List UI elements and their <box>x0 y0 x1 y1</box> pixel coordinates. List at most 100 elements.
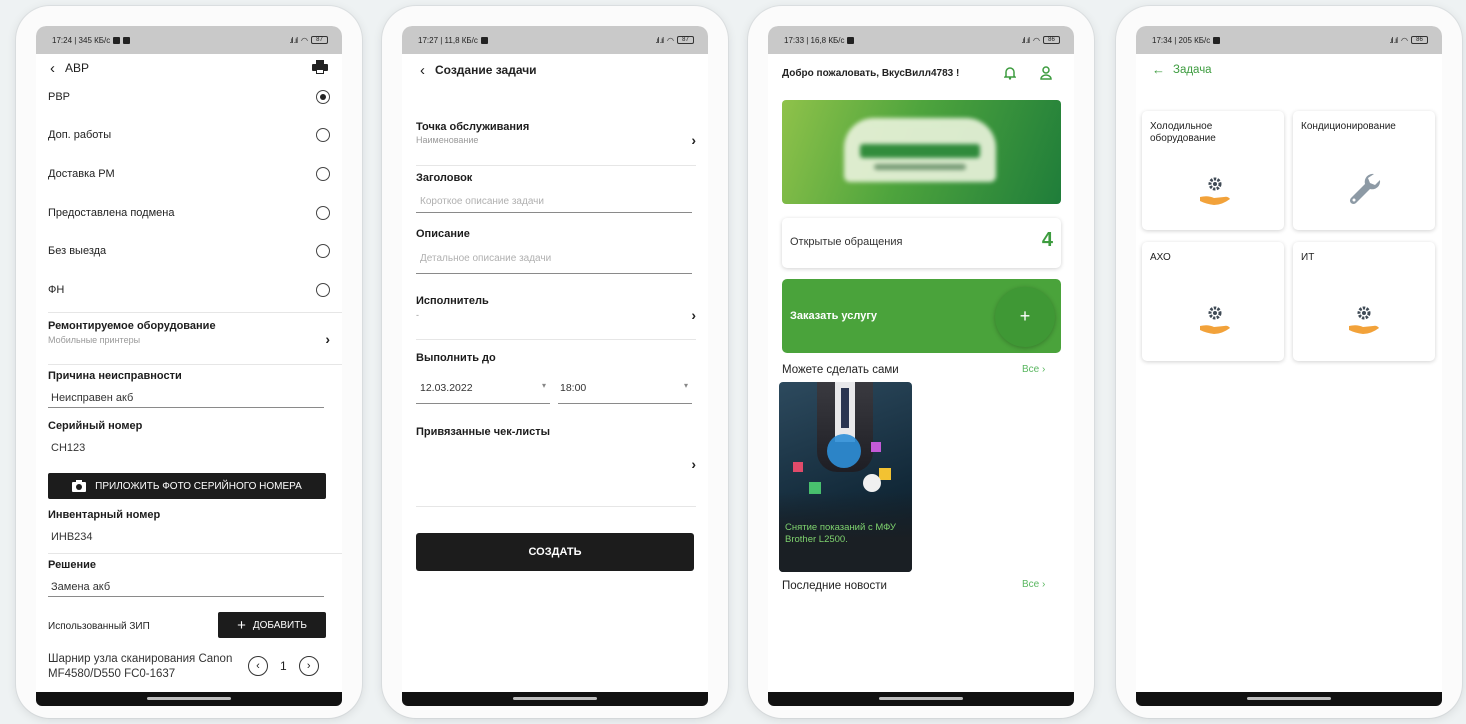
solution-input[interactable]: Замена акб <box>51 581 110 593</box>
status-bar: 17:33 | 16,8 КБ/с .ıl .ıl ◠ 86 <box>768 26 1074 54</box>
back-arrow-icon[interactable]: ← <box>1152 62 1165 77</box>
status-bar: 17:24 | 345 КБ/с .ıl .ıl ◠ 87 <box>36 26 342 54</box>
service-point-field[interactable]: Точка обслуживания Наименование <box>416 121 529 145</box>
option-substitute[interactable]: Предоставлена подмена <box>48 194 330 232</box>
tile-refrigeration[interactable]: Холодильное оборудование <box>1142 111 1284 230</box>
status-time: 17:27 | 11,8 КБ/с <box>418 35 478 45</box>
dropdown-icon: ▾ <box>683 381 688 390</box>
diy-section-title: Можете сделать сами <box>782 364 899 376</box>
option-delivery[interactable]: Доставка РМ <box>48 155 330 193</box>
chevron-right-icon[interactable]: › <box>691 456 696 472</box>
screen-home: 17:33 | 16,8 КБ/с .ıl .ıl ◠ 86 Добро пожал… <box>768 26 1074 706</box>
status-bar: 17:34 | 205 КБ/с .ıl .ıl ◠ 86 <box>1136 26 1442 54</box>
option-rvr[interactable]: РВР <box>48 78 330 116</box>
profile-icon[interactable] <box>1040 66 1052 80</box>
open-requests-card[interactable]: Открытые обращения 4 <box>782 218 1061 268</box>
brand-logo <box>844 118 996 182</box>
diy-all-link[interactable]: Все › <box>1022 364 1045 375</box>
page-title: Создание задачи <box>435 63 537 77</box>
news-section-title: Последние новости <box>782 580 887 592</box>
equipment-field[interactable]: Ремонтируемое оборудование Мобильные при… <box>48 320 328 345</box>
serial-input[interactable]: CH123 <box>51 442 85 454</box>
promo-banner[interactable] <box>782 100 1061 204</box>
order-service-button[interactable]: Заказать услугу + <box>782 279 1061 353</box>
attach-serial-photo-button[interactable]: ПРИЛОЖИТЬ ФОТО СЕРИЙНОГО НОМЕРА <box>48 473 326 499</box>
radio[interactable] <box>316 206 330 220</box>
back-icon[interactable]: ‹ <box>50 61 55 76</box>
reason-label: Причина неисправности <box>48 370 182 382</box>
page-title: Задача <box>1173 63 1212 76</box>
greeting: Добро пожаловать, ВкусВилл4783 ! <box>782 68 960 79</box>
description-input[interactable]: Детальное описание задачи <box>420 253 551 264</box>
inventory-label: Инвентарный номер <box>48 509 161 521</box>
home-indicator <box>36 692 342 706</box>
add-part-button[interactable]: + ДОБАВИТЬ <box>218 612 326 638</box>
plus-icon: + <box>237 616 246 634</box>
back-icon[interactable]: ‹ <box>420 63 425 78</box>
status-time: 17:33 | 16,8 КБ/с <box>784 35 845 45</box>
option-fn[interactable]: ФН <box>48 271 330 309</box>
printer-icon[interactable] <box>312 60 328 74</box>
chevron-right-icon[interactable]: › <box>691 132 696 148</box>
decrement-button[interactable]: ‹ <box>248 656 268 676</box>
radio-selected[interactable] <box>316 90 330 104</box>
wifi-icon: ◠ <box>1033 35 1040 45</box>
tile-it[interactable]: ИТ <box>1293 242 1435 361</box>
chevron-right-icon: › <box>1042 364 1046 375</box>
inventory-input[interactable]: ИНВ234 <box>51 531 93 543</box>
wifi-icon: ◠ <box>1401 35 1408 45</box>
radio[interactable] <box>316 128 330 142</box>
signal-icon: .ıl .ıl <box>1389 35 1398 45</box>
home-indicator <box>1136 692 1442 706</box>
status-time: 17:24 | 345 КБ/с <box>52 35 111 45</box>
tile-aho[interactable]: АХО <box>1142 242 1284 361</box>
header-input[interactable]: Короткое описание задачи <box>420 196 544 207</box>
solution-label: Решение <box>48 559 96 571</box>
phone-1: 17:24 | 345 КБ/с .ıl .ıl ◠ 87 ‹ АВР РВР До… <box>16 6 362 718</box>
due-time-select[interactable]: 18:00 ▾ <box>558 378 692 404</box>
news-all-link[interactable]: Все › <box>1022 579 1045 590</box>
quantity-stepper[interactable]: ‹ 1 › <box>248 656 319 676</box>
dropdown-icon: ▾ <box>541 381 546 390</box>
screen-task-categories: 17:34 | 205 КБ/с .ıl .ıl ◠ 86 ← Задача Хол… <box>1136 26 1442 706</box>
battery-icon: 87 <box>311 36 328 44</box>
radio[interactable] <box>316 244 330 258</box>
wifi-icon: ◠ <box>301 35 308 45</box>
due-date-select[interactable]: 12.03.2022 ▾ <box>416 378 550 404</box>
article-card[interactable]: Снятие показаний с МФУ Brother L2500. <box>779 382 912 572</box>
chevron-right-icon[interactable]: › <box>691 307 696 323</box>
header-label: Заголовок <box>416 172 473 184</box>
chevron-right-icon[interactable]: › <box>325 331 330 347</box>
camera-icon <box>72 480 87 492</box>
executor-field[interactable]: Исполнитель - <box>416 295 489 320</box>
part-quantity: 1 <box>280 659 287 673</box>
gear-hand-icon <box>1200 177 1230 205</box>
phone-2: 17:27 | 11,8 КБ/с .ıl .ıl ◠ 87 ‹ Создание … <box>382 6 728 718</box>
serial-label: Серийный номер <box>48 420 143 432</box>
signal-icon: .ıl .ıl <box>289 35 298 45</box>
gear-hand-icon <box>1349 306 1379 334</box>
create-button[interactable]: СОЗДАТЬ <box>416 533 694 571</box>
used-parts-label: Использованный ЗИП <box>48 621 150 632</box>
radio[interactable] <box>316 283 330 297</box>
screen-create-task: 17:27 | 11,8 КБ/с .ıl .ıl ◠ 87 ‹ Создание … <box>402 26 708 706</box>
signal-icon: .ıl .ıl <box>655 35 664 45</box>
bell-icon[interactable] <box>1004 66 1016 80</box>
page-title: АВР <box>65 61 90 75</box>
wrench-icon <box>1349 173 1381 205</box>
tile-air-conditioning[interactable]: Кондиционирование <box>1293 111 1435 230</box>
radio[interactable] <box>316 167 330 181</box>
option-no-visit[interactable]: Без выезда <box>48 232 330 270</box>
phone-3: 17:33 | 16,8 КБ/с .ıl .ıl ◠ 86 Добро пожал… <box>748 6 1094 718</box>
home-indicator <box>768 692 1074 706</box>
part-name: Шарнир узла сканирования Canon MF4580/D5… <box>48 653 233 680</box>
increment-button[interactable]: › <box>298 656 319 676</box>
screen-avr: 17:24 | 345 КБ/с .ıl .ıl ◠ 87 ‹ АВР РВР До… <box>36 26 342 706</box>
phone-4: 17:34 | 205 КБ/с .ıl .ıl ◠ 86 ← Задача Хол… <box>1116 6 1462 718</box>
battery-icon: 87 <box>677 36 694 44</box>
wifi-icon: ◠ <box>667 35 674 45</box>
signal-icon: .ıl .ıl <box>1021 35 1030 45</box>
reason-input[interactable]: Неисправен акб <box>51 392 133 404</box>
option-extra-work[interactable]: Доп. работы <box>48 116 330 154</box>
due-label: Выполнить до <box>416 352 496 364</box>
